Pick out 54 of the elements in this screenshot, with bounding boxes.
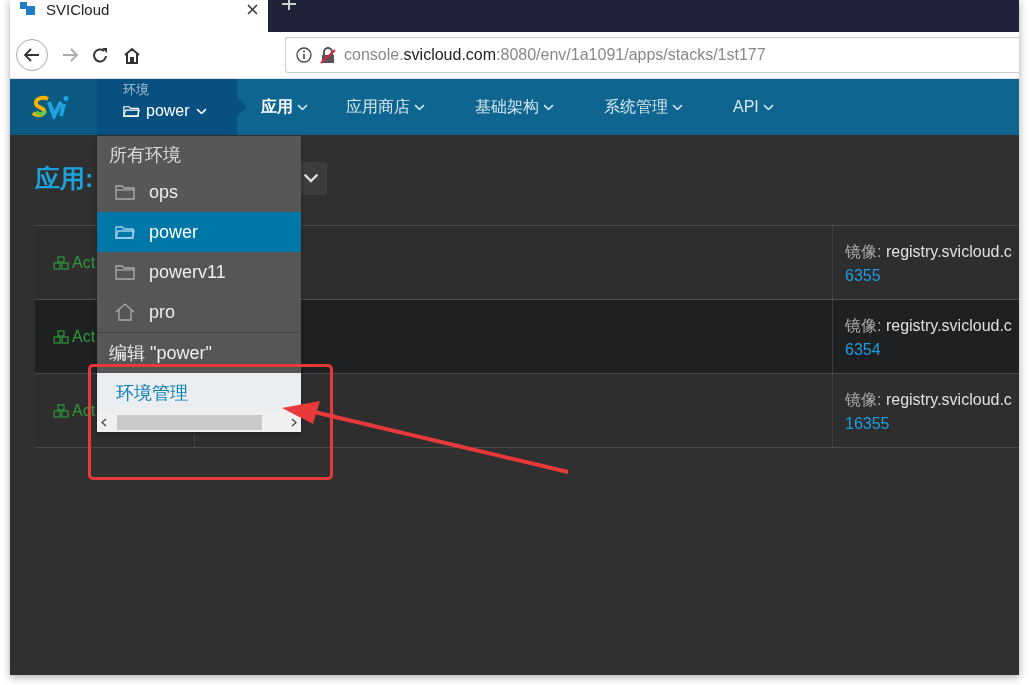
address-bar[interactable]: console.svicloud.com:8080/env/1a1091/apps/stacks/1st177 bbox=[285, 37, 1019, 73]
image-label: 镜像: bbox=[845, 317, 882, 334]
environment-selector[interactable]: power bbox=[123, 102, 207, 120]
environment-item[interactable]: power bbox=[97, 212, 301, 252]
chevron-down-icon bbox=[672, 103, 683, 111]
home-icon bbox=[115, 303, 135, 321]
page-title: 应用: bbox=[35, 162, 94, 194]
close-icon[interactable] bbox=[247, 3, 258, 15]
chevron-down-icon bbox=[297, 103, 308, 111]
chevron-down-icon bbox=[303, 173, 320, 183]
stack-icon bbox=[53, 329, 69, 344]
nav-menu[interactable]: 系统管理 bbox=[604, 96, 683, 118]
back-arrow-icon bbox=[24, 48, 40, 62]
menu-header: 所有环境 bbox=[108, 144, 182, 167]
stack-state: Act bbox=[72, 327, 96, 346]
home-icon[interactable] bbox=[123, 46, 141, 64]
chevron-down-icon bbox=[414, 103, 425, 111]
environment-item[interactable]: powerv11 bbox=[97, 252, 301, 292]
chevron-down-icon bbox=[543, 103, 554, 111]
folder-icon bbox=[123, 104, 140, 118]
environment-item[interactable]: ops bbox=[97, 172, 301, 212]
port-link[interactable]: 16355 bbox=[845, 412, 890, 436]
new-tab-icon[interactable] bbox=[282, 0, 296, 10]
nav-menu[interactable]: 应用 bbox=[261, 96, 308, 118]
stack-icon bbox=[53, 403, 69, 418]
environment-label: 环境 bbox=[123, 81, 150, 99]
image-name: registry.svicloud.c bbox=[885, 391, 1012, 408]
nav-menu[interactable]: 基础架构 bbox=[475, 96, 554, 118]
folder-icon bbox=[115, 224, 135, 240]
image-name: registry.svicloud.c bbox=[885, 317, 1012, 334]
chevron-down-icon bbox=[195, 107, 207, 115]
scroll-right-icon[interactable] bbox=[291, 418, 297, 427]
image-label: 镜像: bbox=[845, 243, 882, 260]
chevron-down-icon bbox=[762, 103, 774, 111]
image-name: registry.svicloud.c bbox=[885, 243, 1012, 260]
port-link[interactable]: 6354 bbox=[845, 338, 881, 362]
horizontal-scrollbar[interactable] bbox=[97, 413, 301, 432]
info-icon bbox=[296, 47, 312, 63]
nav-menu[interactable]: 应用商店 bbox=[346, 96, 425, 118]
image-label: 镜像: bbox=[845, 391, 882, 408]
folder-icon bbox=[115, 184, 135, 200]
scroll-left-icon[interactable] bbox=[101, 418, 107, 427]
url-text: console.svicloud.com:8080/env/1a1091/apps/stacks/1st177 bbox=[344, 46, 766, 64]
environment-item[interactable]: pro bbox=[97, 292, 301, 332]
cloud-logo-icon bbox=[20, 2, 36, 16]
port-link[interactable]: 6355 bbox=[845, 264, 881, 288]
nav-menu[interactable]: API bbox=[733, 98, 774, 116]
stack-state: Act bbox=[72, 253, 96, 272]
manage-environments-item[interactable]: 环境管理 bbox=[97, 373, 301, 413]
stack-icon bbox=[53, 255, 69, 270]
reload-icon[interactable] bbox=[92, 46, 109, 64]
folder-icon bbox=[115, 264, 135, 280]
insecure-lock-icon bbox=[320, 46, 336, 64]
back-button[interactable] bbox=[16, 39, 48, 71]
